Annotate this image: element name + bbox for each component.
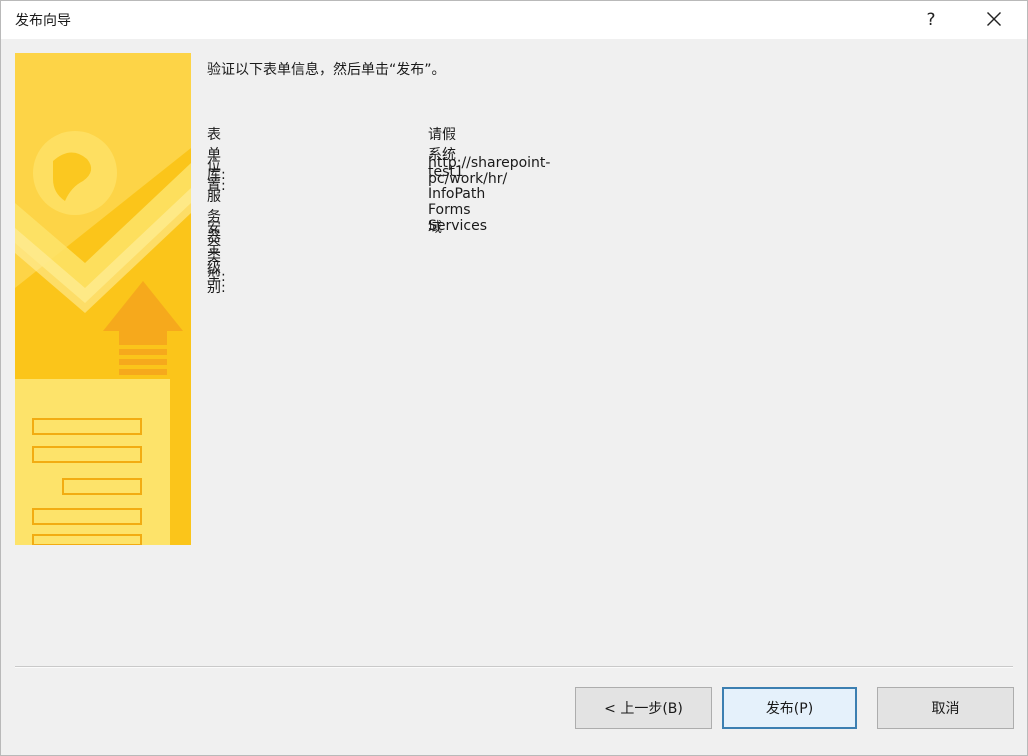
cancel-button[interactable]: 取消	[877, 687, 1014, 729]
info-value: 域	[428, 220, 442, 236]
publish-button[interactable]: 发布(P)	[722, 687, 857, 729]
close-button[interactable]	[969, 3, 1019, 35]
info-label: 安全级别:	[207, 220, 226, 296]
help-button[interactable]: ?	[911, 5, 951, 35]
close-icon	[987, 12, 1001, 26]
window-title: 发布向导	[15, 13, 71, 29]
info-value: http://sharepoint-pc/work/hr/	[428, 155, 551, 187]
publish-wizard-dialog: 发布向导 ? 验证以下表单信息，然后单击“发布”。 表单库: 请假系统test1…	[0, 0, 1028, 756]
back-button[interactable]: < 上一步(B)	[575, 687, 712, 729]
footer-separator	[15, 666, 1013, 668]
wizard-banner-illustration	[15, 53, 191, 545]
title-bar: 发布向导 ?	[1, 1, 1027, 39]
instruction-text: 验证以下表单信息，然后单击“发布”。	[207, 62, 446, 78]
